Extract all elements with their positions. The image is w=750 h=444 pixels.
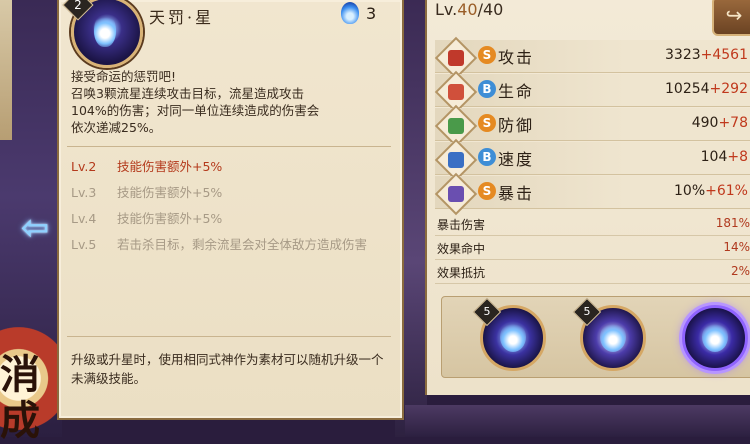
upgrade-text: 技能伤害额外+5% [117, 185, 223, 200]
stat-grade: S [478, 114, 496, 132]
stat-name: 速度 [498, 150, 535, 169]
mini-stat-label: 效果抵抗 [437, 266, 486, 280]
stat-bonus: +4561 [700, 47, 748, 63]
left-border-strip [0, 0, 12, 140]
upgrade-level: Lv.5 [71, 237, 97, 252]
stat-base: 490 [691, 115, 719, 131]
stat-row-attack: S 攻击 3323+4561 [434, 36, 750, 80]
flame-glyph [94, 13, 116, 47]
stat-bonus: +292 [709, 81, 748, 97]
upgrade-level: Lv.4 [71, 211, 97, 226]
skill-level-badge-text: 2 [74, 0, 82, 13]
upgrade-level: Lv.2 [71, 159, 97, 174]
stat-bonus: +78 [718, 115, 748, 131]
purple-flame-soul-icon [702, 322, 728, 352]
upgrade-row: Lv.2 技能伤害额外+5% [71, 158, 391, 176]
stat-name: 攻击 [498, 48, 535, 67]
description-line: 接受命运的惩罚吧! [71, 69, 177, 84]
crit-icon [434, 172, 478, 216]
share-icon[interactable]: ↪ [712, 0, 750, 36]
level-prefix: Lv. [435, 0, 458, 19]
skill-slot-rank-text: 5 [583, 305, 591, 318]
seal-text: 消成 [0, 351, 40, 444]
description-line: 104%的伤害；对同一单位连续造成的伤害会 [71, 103, 320, 118]
stat-bonus: +61% [705, 183, 748, 199]
skill-selector-tray: 5 5 [441, 296, 750, 378]
stat-name: 生命 [498, 82, 535, 101]
stat-value: 10%+61% [674, 183, 748, 199]
upgrade-row: Lv.4 技能伤害额外+5% [71, 210, 391, 228]
skill-slot-rank: 5 [472, 297, 502, 327]
stat-value: 490+78 [692, 115, 748, 131]
skill-slot-rank-text: 5 [483, 305, 491, 318]
stat-row-effect-resist: 效果抵抗 2% [435, 261, 750, 284]
stat-row-crit-damage: 暴击伤害 181% [435, 213, 750, 236]
stat-grade: B [478, 148, 496, 166]
stats-panel: Lv.40/40 ↪ S 攻击 3323+4561 B 生命 10254+292… [425, 0, 750, 395]
stat-bonus: +8 [727, 149, 748, 165]
stat-row-health: B 生命 10254+292 [434, 70, 750, 114]
divider [67, 146, 391, 147]
stat-value: 104+8 [701, 149, 748, 165]
upgrade-footer-note: 升级或升星时，使用相同式神作为素材可以随机升级一个未满级技能。 [71, 352, 384, 386]
description-line: 依次递减25%。 [71, 120, 162, 135]
skill-description: 接受命运的惩罚吧! 召唤3颗流星连续攻击目标，流星造成攻击 104%的伤害；对同… [71, 68, 389, 136]
upgrade-text: 若击杀目标，剩余流星会对全体敌方造成伤害 [117, 237, 368, 252]
skill-detail-panel: 2 天罚·星 3 接受命运的惩罚吧! 召唤3颗流星连续攻击目标，流星造成攻击 1… [57, 0, 404, 420]
mini-stat-label: 暴击伤害 [437, 218, 486, 232]
stat-grade: S [478, 46, 496, 64]
stat-row-defense: S 防御 490+78 [434, 104, 750, 148]
stat-value: 10254+292 [665, 81, 748, 97]
level-label: Lv.40/40 [435, 0, 503, 19]
eyes-soul-icon [600, 322, 626, 352]
mini-stat-value: 2% [730, 264, 750, 278]
stat-base: 10% [674, 183, 706, 199]
upgrade-row: Lv.3 技能伤害额外+5% [71, 184, 391, 202]
stat-name: 暴击 [498, 184, 535, 203]
stat-row-crit: S 暴击 10%+61% [434, 172, 750, 216]
description-line: 召唤3颗流星连续攻击目标，流星造成攻击 [71, 86, 304, 101]
soul-fire-icon [341, 2, 359, 24]
bottom-background [405, 405, 750, 437]
mana-cost: 3 [366, 4, 377, 23]
divider [67, 336, 391, 337]
stat-base: 3323 [665, 47, 701, 63]
skill-slot-2[interactable]: 5 [572, 297, 646, 371]
mini-stat-label: 效果命中 [437, 242, 486, 256]
blue-flame-soul-icon [500, 322, 526, 352]
skill-slot-1[interactable]: 5 [472, 297, 546, 371]
crit-icon-fill [448, 186, 464, 202]
stat-row-speed: B 速度 104+8 [434, 138, 750, 182]
stat-grade: B [478, 80, 496, 98]
defense-icon-fill [448, 118, 464, 134]
stat-base: 104 [700, 149, 728, 165]
stat-value: 3323+4561 [665, 47, 748, 63]
attack-icon-fill [448, 50, 464, 66]
stat-row-effect-hit: 效果命中 14% [435, 237, 750, 260]
level-max: /40 [477, 0, 504, 19]
stat-name: 防御 [498, 116, 535, 135]
mini-stat-value: 181% [715, 216, 750, 230]
upgrade-text: 技能伤害额外+5% [117, 211, 223, 226]
mini-stat-value: 14% [723, 240, 750, 254]
skill-slot-rank: 5 [572, 297, 602, 327]
skill-slot-3[interactable] [682, 305, 748, 371]
stat-grade: S [478, 182, 496, 200]
stat-base: 10254 [665, 81, 710, 97]
upgrade-level: Lv.3 [71, 185, 97, 200]
health-icon-fill [448, 84, 464, 100]
level-current: 40 [457, 0, 478, 19]
speed-icon-fill [448, 152, 464, 168]
upgrade-text: 技能伤害额外+5% [117, 159, 223, 174]
skill-name: 天罚·星 [149, 8, 215, 27]
skill-upgrade-list: Lv.2 技能伤害额外+5% Lv.3 技能伤害额外+5% Lv.4 技能伤害额… [71, 158, 391, 262]
upgrade-row: Lv.5 若击杀目标，剩余流星会对全体敌方造成伤害 [71, 236, 391, 254]
left-arrow-icon[interactable]: ⇦ [12, 208, 58, 248]
